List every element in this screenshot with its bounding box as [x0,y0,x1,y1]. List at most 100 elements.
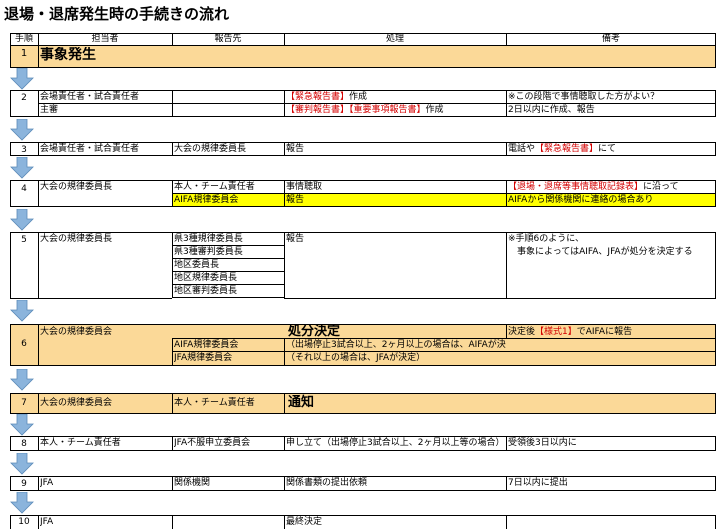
grid-line [10,393,11,413]
grid-line [172,297,284,298]
grid-line [172,393,173,413]
grid-line [38,393,39,413]
grid-line [10,476,716,477]
tantou-cell: JFA [40,478,54,488]
shori-cell: （それ以上の場合は、JFAが決定） [286,353,426,363]
grid-line [10,490,716,491]
grid-line [10,155,716,156]
grid-line [284,338,285,365]
grid-line [38,515,39,529]
tantou-cell: 大会の規律委員会 [40,398,113,408]
step-number: 3 [21,145,27,155]
grid-line [172,436,173,450]
grid-line [38,142,39,155]
procedure-flow-table: 手順 担当者 報告先 処理 備考 1 事象発生 2 会場責任者・試合責任者 【緊… [0,0,720,529]
grid-line [10,476,11,490]
row-7-band [10,393,716,413]
grid-line [38,476,39,490]
grid-line [10,436,716,437]
grid-line [715,33,716,67]
grid-line [10,116,716,117]
houkoku-cell: 関係機関 [174,478,211,488]
grid-line [284,232,285,298]
tantou-cell: 大会の規律委員長 [40,234,113,244]
grid-line [284,90,285,116]
down-arrow-icon [10,414,34,436]
grid-line [38,180,39,206]
grid-line [506,180,507,206]
grid-line [172,338,173,365]
grid-line [10,90,716,91]
grid-line [715,142,716,155]
step-number: 10 [18,517,30,527]
grid-line [10,365,716,366]
down-arrow-icon [10,157,34,179]
step-number: 7 [21,398,27,408]
grid-line [172,515,173,529]
grid-line [10,324,11,365]
step-number: 4 [21,184,27,194]
grid-line [172,193,716,194]
grid-line [284,476,285,490]
shori-notice: 通知 [288,395,315,410]
grid-line [38,90,39,116]
grid-line [38,232,39,298]
shori-cell: 申し立て（出場停止3試合以上、2ヶ月以上等の場合） [286,438,505,448]
grid-line [10,232,11,298]
grid-line [172,245,284,246]
grid-line [284,33,285,45]
grid-line [284,515,285,529]
grid-line [715,232,716,298]
tantou-cell: JFA [40,517,54,527]
grid-line [10,393,716,394]
grid-line [715,90,716,116]
grid-line [284,180,285,206]
grid-line [284,393,285,413]
grid-line [715,476,716,490]
header-houkoku: 報告先 [214,34,242,44]
grid-line [506,90,507,116]
bikou-cell: 事象によってはAIFA、JFAが処分を決定する [508,247,693,257]
step-number: 6 [21,339,27,349]
grid-line [172,351,716,352]
grid-line [506,436,507,450]
grid-line [172,232,173,298]
grid-line [284,298,716,299]
grid-line [284,436,285,450]
grid-line [172,338,716,339]
grid-line [506,324,507,338]
grid-line [10,515,11,529]
grid-line [38,33,39,45]
grid-line [506,33,507,45]
shori-cell: 関係書類の提出依頼 [286,478,368,488]
step-number: 8 [21,439,27,449]
down-arrow-icon [10,300,34,322]
grid-line [172,284,284,285]
row-1-band [10,45,716,67]
grid-line [172,180,173,206]
grid-line [715,515,716,529]
grid-line [10,45,716,46]
grid-line [715,393,716,413]
grid-line [38,324,39,365]
grid-line [172,271,284,272]
header-step: 手順 [14,34,33,44]
tantou-cell: 本人・チーム責任者 [40,438,121,448]
bikou-cell: 受領後3日以内に [508,438,577,448]
grid-line [506,232,507,298]
grid-line [10,324,716,325]
grid-line [38,103,716,104]
grid-line [10,67,716,68]
grid-line [172,142,173,155]
down-arrow-icon [10,453,34,475]
grid-line [172,90,173,116]
down-arrow-icon [10,68,34,90]
bikou-cell: ※手順6のように、 [508,234,584,244]
grid-line [10,436,11,450]
tantou-cell: 大会の規律委員会 [40,327,113,337]
grid-line [506,476,507,490]
shori-cell: 報告 [286,234,305,244]
grid-line [38,45,39,67]
header-bikou: 備考 [601,34,620,44]
grid-line [10,180,11,206]
